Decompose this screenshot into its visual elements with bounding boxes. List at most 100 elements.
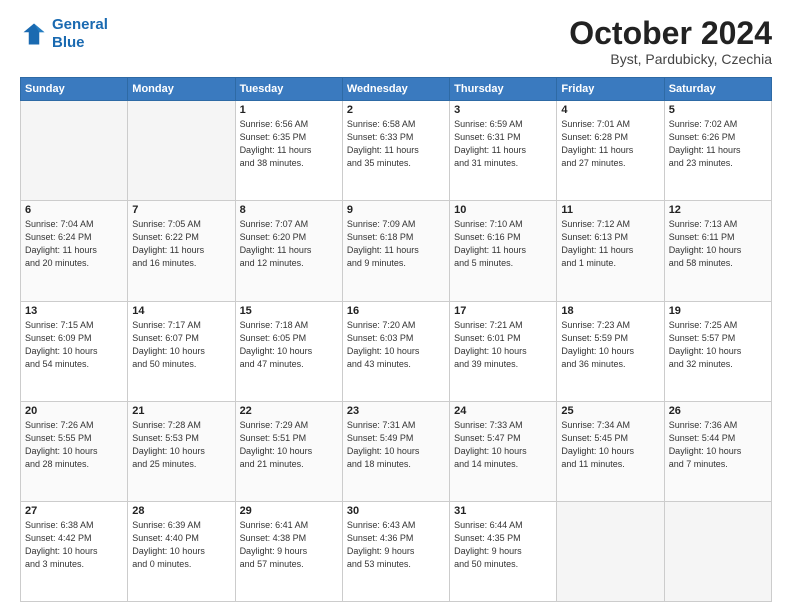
calendar-cell: 8 Sunrise: 7:07 AM Sunset: 6:20 PM Daylig… [235, 201, 342, 301]
calendar-cell: 23Sunrise: 7:31 AM Sunset: 5:49 PM Dayli… [342, 401, 449, 501]
calendar-cell: 2Sunrise: 6:58 AM Sunset: 6:33 PM Daylig… [342, 101, 449, 201]
calendar-cell: 17 Sunrise: 7:21 AM Sunset: 6:01 PM Dayli… [450, 301, 557, 401]
day-number: 6 [25, 204, 123, 216]
day-info: Sunrise: 7:23 AM Sunset: 5:59 PM Dayligh… [561, 319, 659, 371]
day-info: Sunrise: 7:15 AM Sunset: 6:09 PM Dayligh… [25, 319, 123, 371]
calendar-cell: 14Sunrise: 7:17 AM Sunset: 6:07 PM Dayli… [128, 301, 235, 401]
calendar-table: SundayMondayTuesdayWednesdayThursdayFrid… [20, 77, 772, 602]
header: General Blue October 2024 Byst, Pardubic… [20, 16, 772, 67]
weekday-header-saturday: Saturday [664, 78, 771, 101]
day-info: Sunrise: 7:33 AM Sunset: 5:47 PM Dayligh… [454, 419, 552, 471]
day-info: Sunrise: 7:07 AM Sunset: 6:20 PM Dayligh… [240, 218, 338, 270]
weekday-header-sunday: Sunday [21, 78, 128, 101]
day-number: 26 [669, 405, 767, 417]
day-info: Sunrise: 6:44 AM Sunset: 4:35 PM Dayligh… [454, 519, 552, 571]
calendar-cell: 15Sunrise: 7:18 AM Sunset: 6:05 PM Dayli… [235, 301, 342, 401]
day-number: 4 [561, 104, 659, 116]
calendar-cell: 13 Sunrise: 7:15 AM Sunset: 6:09 PM Dayli… [21, 301, 128, 401]
day-info: Sunrise: 7:34 AM Sunset: 5:45 PM Dayligh… [561, 419, 659, 471]
day-number: 30 [347, 505, 445, 517]
day-info: Sunrise: 6:59 AM Sunset: 6:31 PM Dayligh… [454, 118, 552, 170]
day-info: Sunrise: 7:13 AM Sunset: 6:11 PM Dayligh… [669, 218, 767, 270]
day-info: Sunrise: 6:38 AM Sunset: 4:42 PM Dayligh… [25, 519, 123, 571]
day-number: 10 [454, 204, 552, 216]
day-number: 15 [240, 305, 338, 317]
calendar-cell [664, 501, 771, 601]
day-number: 7 [132, 204, 230, 216]
calendar-cell: 9 Sunrise: 7:09 AM Sunset: 6:18 PM Daylig… [342, 201, 449, 301]
day-number: 1 [240, 104, 338, 116]
calendar-cell: 31 Sunrise: 6:44 AM Sunset: 4:35 PM Dayli… [450, 501, 557, 601]
day-number: 18 [561, 305, 659, 317]
calendar-cell: 1 Sunrise: 6:56 AM Sunset: 6:35 PM Daylig… [235, 101, 342, 201]
day-number: 14 [132, 305, 230, 317]
day-info: Sunrise: 7:04 AM Sunset: 6:24 PM Dayligh… [25, 218, 123, 270]
calendar-cell: 26 Sunrise: 7:36 AM Sunset: 5:44 PM Dayli… [664, 401, 771, 501]
calendar-cell: 11Sunrise: 7:12 AM Sunset: 6:13 PM Dayli… [557, 201, 664, 301]
weekday-header-thursday: Thursday [450, 78, 557, 101]
calendar-cell [128, 101, 235, 201]
day-number: 28 [132, 505, 230, 517]
calendar-subtitle: Byst, Pardubicky, Czechia [569, 51, 772, 67]
week-row-3: 20 Sunrise: 7:26 AM Sunset: 5:55 PM Dayli… [21, 401, 772, 501]
calendar-cell: 5Sunrise: 7:02 AM Sunset: 6:26 PM Daylig… [664, 101, 771, 201]
calendar-title: October 2024 [569, 16, 772, 51]
calendar-cell [21, 101, 128, 201]
day-number: 22 [240, 405, 338, 417]
day-number: 2 [347, 104, 445, 116]
page: General Blue October 2024 Byst, Pardubic… [0, 0, 792, 612]
day-info: Sunrise: 7:02 AM Sunset: 6:26 PM Dayligh… [669, 118, 767, 170]
day-number: 11 [561, 204, 659, 216]
day-info: Sunrise: 7:26 AM Sunset: 5:55 PM Dayligh… [25, 419, 123, 471]
day-info: Sunrise: 6:43 AM Sunset: 4:36 PM Dayligh… [347, 519, 445, 571]
weekday-header-monday: Monday [128, 78, 235, 101]
day-info: Sunrise: 7:09 AM Sunset: 6:18 PM Dayligh… [347, 218, 445, 270]
day-number: 27 [25, 505, 123, 517]
calendar-cell: 22 Sunrise: 7:29 AM Sunset: 5:51 PM Dayli… [235, 401, 342, 501]
day-info: Sunrise: 7:25 AM Sunset: 5:57 PM Dayligh… [669, 319, 767, 371]
calendar-cell: 25Sunrise: 7:34 AM Sunset: 5:45 PM Dayli… [557, 401, 664, 501]
calendar-cell: 24 Sunrise: 7:33 AM Sunset: 5:47 PM Dayli… [450, 401, 557, 501]
calendar-cell: 29Sunrise: 6:41 AM Sunset: 4:38 PM Dayli… [235, 501, 342, 601]
calendar-cell: 21Sunrise: 7:28 AM Sunset: 5:53 PM Dayli… [128, 401, 235, 501]
day-info: Sunrise: 7:10 AM Sunset: 6:16 PM Dayligh… [454, 218, 552, 270]
day-number: 24 [454, 405, 552, 417]
day-info: Sunrise: 7:20 AM Sunset: 6:03 PM Dayligh… [347, 319, 445, 371]
week-row-1: 6 Sunrise: 7:04 AM Sunset: 6:24 PM Daylig… [21, 201, 772, 301]
day-number: 9 [347, 204, 445, 216]
day-info: Sunrise: 7:01 AM Sunset: 6:28 PM Dayligh… [561, 118, 659, 170]
week-row-4: 27 Sunrise: 6:38 AM Sunset: 4:42 PM Dayli… [21, 501, 772, 601]
day-number: 8 [240, 204, 338, 216]
calendar-cell: 16 Sunrise: 7:20 AM Sunset: 6:03 PM Dayli… [342, 301, 449, 401]
logo-text: General Blue [52, 16, 108, 52]
calendar-cell: 30 Sunrise: 6:43 AM Sunset: 4:36 PM Dayli… [342, 501, 449, 601]
calendar-cell [557, 501, 664, 601]
calendar-cell: 3Sunrise: 6:59 AM Sunset: 6:31 PM Daylig… [450, 101, 557, 201]
day-info: Sunrise: 6:39 AM Sunset: 4:40 PM Dayligh… [132, 519, 230, 571]
day-number: 16 [347, 305, 445, 317]
day-number: 13 [25, 305, 123, 317]
day-info: Sunrise: 7:21 AM Sunset: 6:01 PM Dayligh… [454, 319, 552, 371]
day-info: Sunrise: 7:36 AM Sunset: 5:44 PM Dayligh… [669, 419, 767, 471]
logo-icon [20, 20, 48, 48]
day-info: Sunrise: 6:41 AM Sunset: 4:38 PM Dayligh… [240, 519, 338, 571]
calendar-cell: 4 Sunrise: 7:01 AM Sunset: 6:28 PM Daylig… [557, 101, 664, 201]
day-number: 17 [454, 305, 552, 317]
day-info: Sunrise: 7:05 AM Sunset: 6:22 PM Dayligh… [132, 218, 230, 270]
calendar-cell: 10 Sunrise: 7:10 AM Sunset: 6:16 PM Dayli… [450, 201, 557, 301]
calendar-cell: 19 Sunrise: 7:25 AM Sunset: 5:57 PM Dayli… [664, 301, 771, 401]
day-info: Sunrise: 6:56 AM Sunset: 6:35 PM Dayligh… [240, 118, 338, 170]
calendar-cell: 28 Sunrise: 6:39 AM Sunset: 4:40 PM Dayli… [128, 501, 235, 601]
weekday-header-friday: Friday [557, 78, 664, 101]
week-row-0: 1 Sunrise: 6:56 AM Sunset: 6:35 PM Daylig… [21, 101, 772, 201]
day-number: 21 [132, 405, 230, 417]
day-info: Sunrise: 7:29 AM Sunset: 5:51 PM Dayligh… [240, 419, 338, 471]
day-number: 23 [347, 405, 445, 417]
calendar-cell: 18 Sunrise: 7:23 AM Sunset: 5:59 PM Dayli… [557, 301, 664, 401]
day-number: 19 [669, 305, 767, 317]
day-number: 31 [454, 505, 552, 517]
weekday-header-tuesday: Tuesday [235, 78, 342, 101]
weekday-header-row: SundayMondayTuesdayWednesdayThursdayFrid… [21, 78, 772, 101]
day-number: 20 [25, 405, 123, 417]
logo: General Blue [20, 16, 108, 52]
